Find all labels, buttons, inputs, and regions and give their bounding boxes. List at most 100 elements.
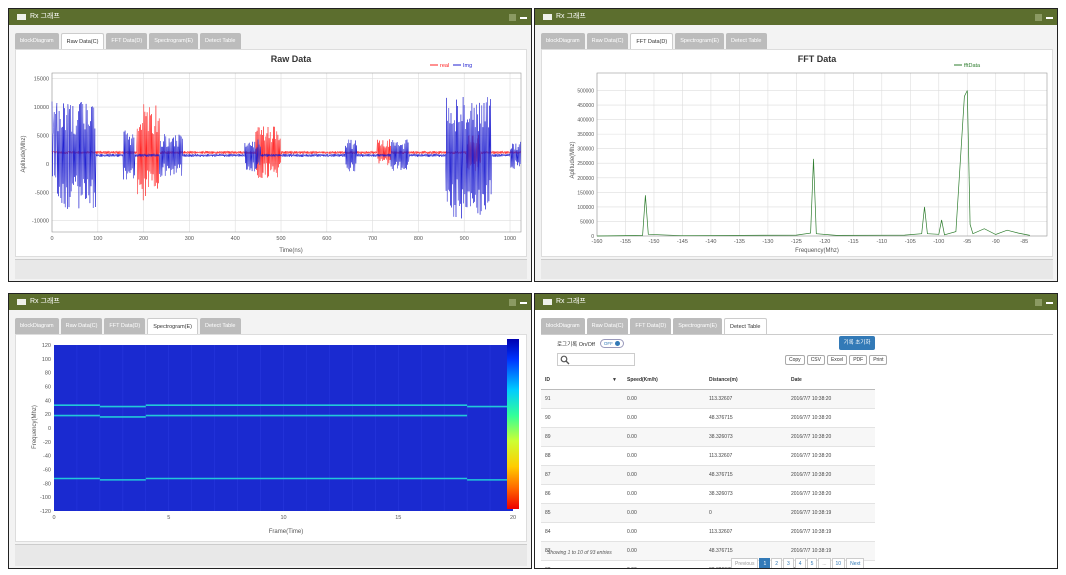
copy-button[interactable]: Copy (785, 355, 805, 365)
minimize-icon[interactable] (520, 17, 527, 19)
window-titlebar[interactable]: Rx 그래프 (535, 9, 1057, 25)
csv-button[interactable]: CSV (806, 355, 825, 365)
page-1[interactable]: 1 (759, 558, 771, 568)
window-title: Rx 그래프 (556, 13, 586, 20)
cell-speed: 0.00 (623, 559, 705, 568)
chart-icon (543, 299, 552, 305)
log-toggle-row: 로그기록 On/Off OFF (557, 339, 624, 348)
panel-footer (541, 259, 1053, 279)
tab-fft-data[interactable]: FFT Data(D) (104, 318, 146, 334)
window-title: Rx 그래프 (30, 13, 60, 20)
tab-detect-table[interactable]: Detect Table (724, 318, 767, 334)
spectrogram-window: Rx 그래프 blockDiagram Raw Data(C) FFT Data… (8, 293, 532, 569)
column-header-speed[interactable]: Speed(Km/h) (623, 372, 705, 390)
tab-raw-data[interactable]: Raw Data(C) (586, 33, 629, 49)
minimize-icon[interactable] (1046, 17, 1053, 19)
log-toggle-switch[interactable]: OFF (599, 339, 624, 348)
y-tick-label: 150000 (577, 190, 594, 196)
tab-detect-table[interactable]: Detect Table (200, 318, 241, 334)
window-titlebar[interactable]: Rx 그래프 (9, 294, 531, 310)
page-previous[interactable]: Previous (731, 558, 759, 568)
x-tick-label: 15 (395, 515, 401, 521)
tab-bar: blockDiagram Raw Data(C) FFT Data(D) Spe… (541, 318, 767, 334)
tab-fft-data[interactable]: FFT Data(D) (106, 33, 148, 49)
tab-spectrogram[interactable]: Spectrogram(E) (149, 33, 199, 49)
table-row[interactable]: 87 0.00 48.376715 2016/7/7 10:38:20 (541, 464, 875, 484)
table-row[interactable]: 89 0.00 38.326073 2016/7/7 10:38:20 (541, 426, 875, 446)
cell-id: 89 (541, 426, 623, 446)
table-row[interactable]: 85 0.00 0 2016/7/7 10:38:19 (541, 502, 875, 522)
table-row[interactable]: 90 0.00 48.376715 2016/7/7 10:38:20 (541, 407, 875, 427)
page-ellipsis: ... (818, 558, 831, 568)
window-titlebar[interactable]: Rx 그래프 (9, 9, 531, 25)
print-button[interactable]: Print (869, 355, 888, 365)
y-tick-label: 500000 (577, 88, 594, 94)
cell-distance: 38.326073 (705, 483, 787, 503)
tab-detect-table[interactable]: Detect Table (200, 33, 241, 49)
reset-log-button[interactable]: 기록 초기화 (839, 336, 875, 350)
tab-raw-data[interactable]: Raw Data(C) (60, 318, 103, 334)
cell-date: 2016/7/7 10:38:19 (787, 521, 875, 541)
tab-detect-table[interactable]: Detect Table (726, 33, 767, 49)
page-2[interactable]: 2 (771, 558, 783, 568)
column-header-distance[interactable]: Distance(m) (705, 372, 787, 390)
page-4[interactable]: 4 (794, 558, 806, 568)
column-header-date[interactable]: Date (787, 372, 875, 390)
x-tick-label: -120 (819, 239, 830, 245)
cell-date: 2016/7/7 10:38:20 (787, 407, 875, 427)
chart-title: FFT Data (798, 54, 837, 64)
cell-id: 85 (541, 502, 623, 522)
table-row[interactable]: 88 0.00 113.32607 2016/7/7 10:38:20 (541, 445, 875, 465)
table-row[interactable]: 84 0.00 113.32607 2016/7/7 10:38:19 (541, 521, 875, 541)
minimize-icon[interactable] (520, 302, 527, 304)
cell-id: 87 (541, 464, 623, 484)
table-row[interactable]: 86 0.00 38.326073 2016/7/7 10:38:20 (541, 483, 875, 503)
y-tick-label: 250000 (577, 161, 594, 167)
table-header-row: ID ▼ Speed(Km/h) Distance(m) Date (541, 372, 875, 390)
column-header-id[interactable]: ID ▼ (541, 372, 623, 390)
detect-table-window: Rx 그래프 blockDiagram Raw Data(C) FFT Data… (534, 293, 1058, 569)
excel-button[interactable]: Excel (826, 355, 848, 365)
x-tick-label: -95 (963, 239, 971, 245)
pdf-button[interactable]: PDF (849, 355, 868, 365)
table-row[interactable]: 91 0.00 113.32607 2016/7/7 10:38:20 (541, 388, 875, 408)
raw-data-window: Rx 그래프 blockDiagram Raw Data(C) FFT Data… (8, 8, 532, 282)
maximize-icon[interactable] (1035, 298, 1042, 306)
tab-blockdiagram[interactable]: blockDiagram (541, 318, 585, 334)
page-5[interactable]: 5 (806, 558, 818, 568)
x-tick-label: -125 (791, 239, 802, 245)
page-3[interactable]: 3 (783, 558, 794, 568)
maximize-icon[interactable] (509, 13, 516, 21)
pagination: Previous 1 2 3 4 5 ... 10 Next (731, 558, 865, 568)
y-axis-label: Frequency(Mhz) (32, 405, 38, 449)
cell-id: 82 (541, 559, 623, 568)
tab-spectrogram[interactable]: Spectrogram(E) (673, 318, 723, 334)
tab-spectrogram[interactable]: Spectrogram(E) (147, 318, 199, 334)
x-tick-label: -135 (734, 239, 745, 245)
cell-speed: 0.00 (623, 502, 705, 522)
tab-fft-data[interactable]: FFT Data(D) (630, 318, 672, 334)
cell-id: 90 (541, 407, 623, 427)
y-tick-label: 0 (46, 162, 49, 168)
search-input[interactable] (557, 353, 635, 366)
tab-bar: blockDiagram Raw Data(C) FFT Data(D) Spe… (15, 318, 241, 334)
tab-blockdiagram[interactable]: blockDiagram (541, 33, 585, 49)
maximize-icon[interactable] (1035, 13, 1042, 21)
tab-spectrogram[interactable]: Spectrogram(E) (675, 33, 725, 49)
cell-id: 86 (541, 483, 623, 503)
tab-blockdiagram[interactable]: blockDiagram (15, 33, 59, 49)
y-tick-label: 350000 (577, 132, 594, 138)
page-10[interactable]: 10 (831, 558, 846, 568)
toggle-knob-icon (614, 341, 620, 346)
x-tick-label: -150 (648, 239, 659, 245)
tab-blockdiagram[interactable]: blockDiagram (15, 318, 59, 334)
page-next[interactable]: Next (846, 558, 865, 568)
maximize-icon[interactable] (509, 298, 516, 306)
x-axis-label: Frame(Time) (269, 529, 303, 535)
window-titlebar[interactable]: Rx 그래프 (535, 294, 1057, 310)
tab-raw-data[interactable]: Raw Data(C) (60, 33, 105, 49)
tab-raw-data[interactable]: Raw Data(C) (586, 318, 629, 334)
y-tick-label: -20 (43, 440, 51, 446)
tab-fft-data[interactable]: FFT Data(D) (630, 33, 674, 49)
minimize-icon[interactable] (1046, 302, 1053, 304)
